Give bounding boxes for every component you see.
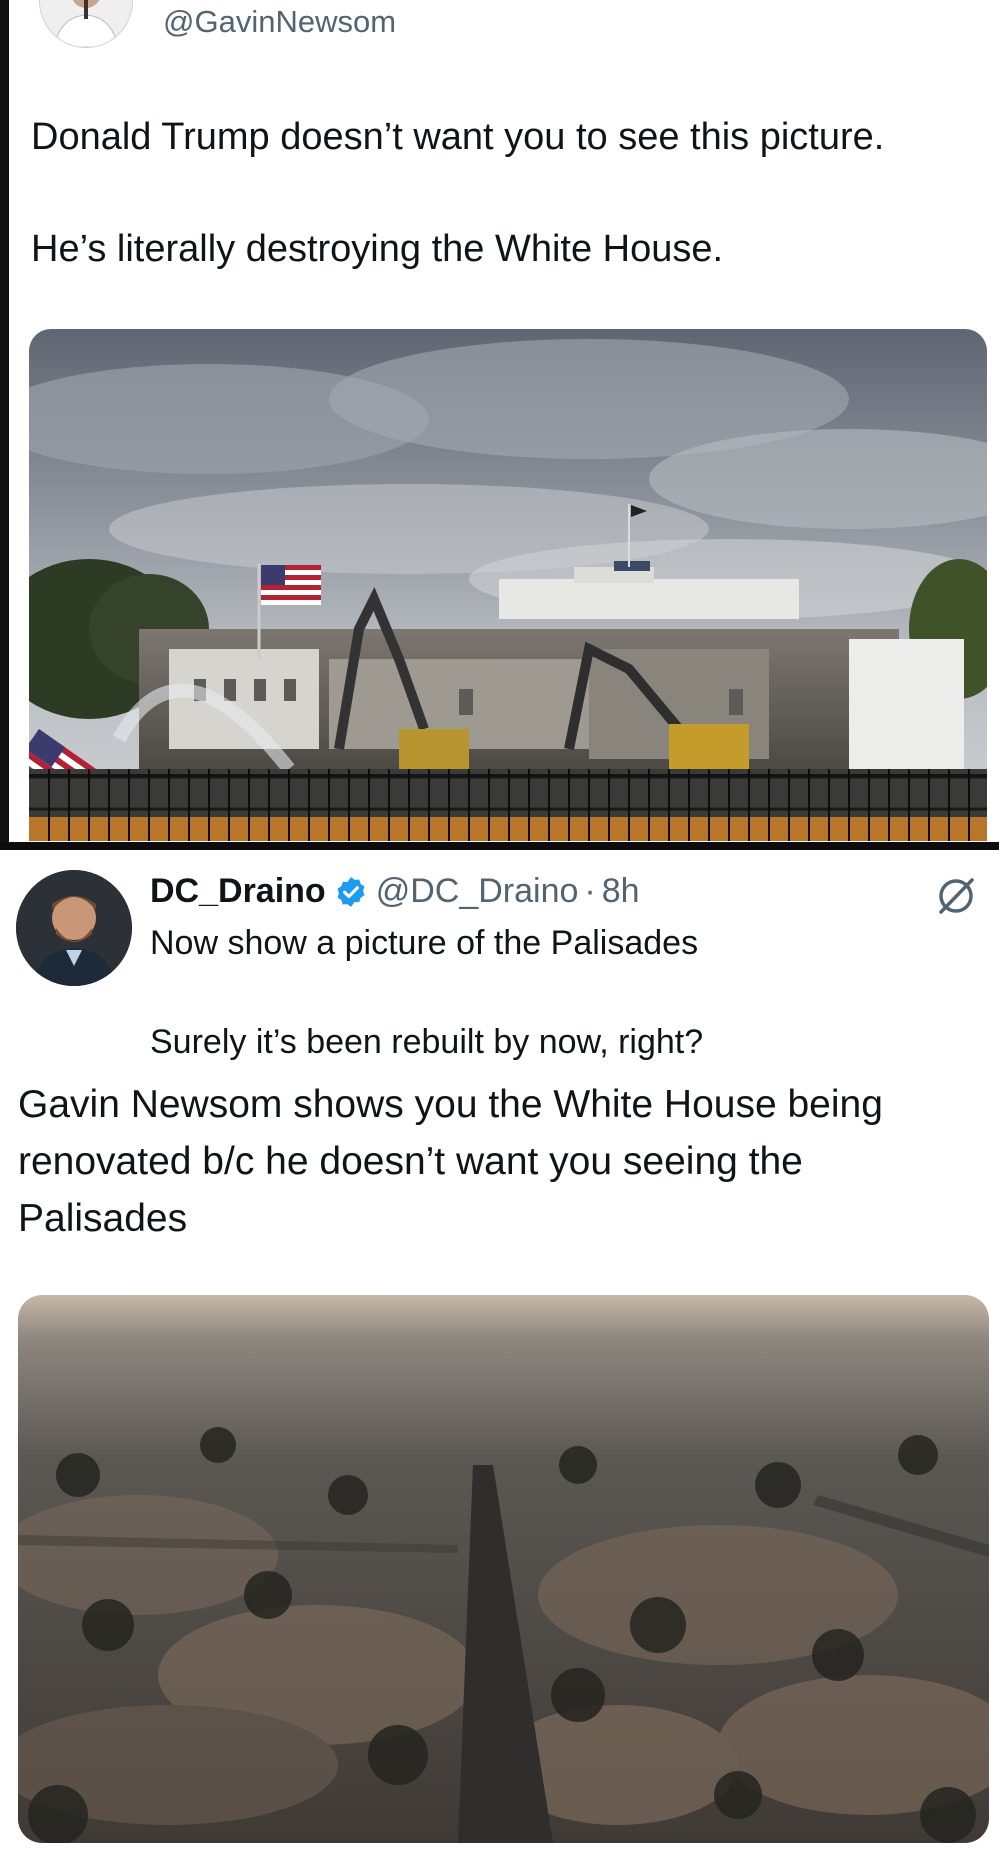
- avatar[interactable]: [16, 870, 132, 986]
- tweet-text-line-2: He’s literally destroying the White Hous…: [31, 228, 724, 270]
- tweet-text-line-1: Donald Trump doesn’t want you to see thi…: [31, 116, 885, 158]
- tweet-time[interactable]: 8h: [602, 872, 640, 911]
- palisades-photo[interactable]: [18, 1295, 989, 1843]
- post-caption: Gavin Newsom shows you the White House b…: [18, 1083, 883, 1240]
- tweet-handle[interactable]: @GavinNewsom: [163, 4, 396, 40]
- reply-tweet: DC_Draino @DC_Draino · 8h Now show a pic…: [0, 850, 999, 1850]
- white-house-photo[interactable]: [29, 329, 987, 841]
- reply-text-line-1: Now show a picture of the Palisades: [150, 924, 699, 962]
- reply-text-line-2: Surely it’s been rebuilt by now, right?: [150, 1023, 704, 1061]
- screenshot-divider: [0, 842, 999, 850]
- original-tweet: @GavinNewsom Donald Trump doesn’t want y…: [0, 0, 999, 842]
- display-name[interactable]: DC_Draino: [150, 872, 326, 911]
- avatar[interactable]: [39, 0, 133, 48]
- separator: ·: [584, 872, 596, 910]
- tweet-handle[interactable]: @DC_Draino: [376, 872, 579, 911]
- verified-badge-icon: [337, 876, 365, 907]
- grok-icon[interactable]: [934, 874, 978, 918]
